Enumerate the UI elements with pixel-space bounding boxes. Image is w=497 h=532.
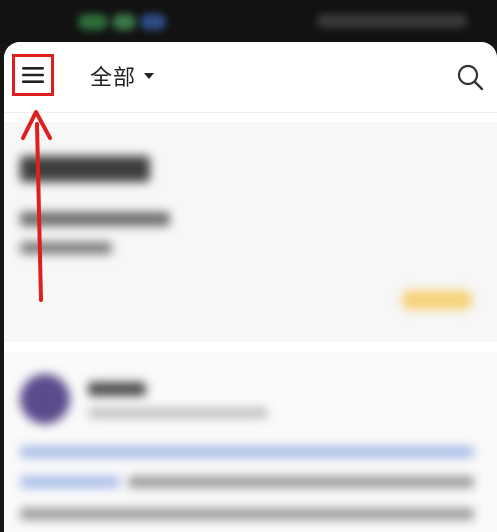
hamburger-menu-icon: [22, 67, 44, 83]
blurred-card: [4, 122, 497, 342]
blurred-badge: [402, 290, 472, 310]
blurred-meta: [88, 408, 268, 418]
blurred-username: [88, 382, 146, 396]
blurred-post: [4, 352, 497, 532]
category-filter-dropdown[interactable]: 全部: [90, 59, 155, 93]
status-bar-blur: [140, 14, 166, 30]
blurred-text-line: [128, 476, 474, 488]
blurred-text-line: [20, 212, 170, 226]
blurred-text-line: [20, 508, 474, 520]
blurred-content: [4, 114, 497, 532]
caret-down-icon: [144, 73, 155, 79]
app-sheet: 全部: [4, 42, 497, 532]
status-bar-blur: [78, 14, 108, 30]
status-bar: [0, 0, 497, 44]
blurred-link-line: [20, 446, 474, 458]
top-app-bar: 全部: [4, 42, 497, 113]
blurred-avatar: [20, 374, 70, 424]
status-bar-blur: [112, 14, 136, 30]
category-filter-label: 全部: [90, 66, 137, 91]
blurred-heading: [20, 156, 150, 182]
status-bar-blur-text: [317, 14, 467, 28]
blurred-link-line: [20, 476, 120, 488]
hamburger-menu-button[interactable]: [12, 54, 54, 96]
search-icon: [457, 64, 484, 91]
blurred-text-line: [20, 242, 112, 254]
search-button[interactable]: [455, 62, 485, 92]
